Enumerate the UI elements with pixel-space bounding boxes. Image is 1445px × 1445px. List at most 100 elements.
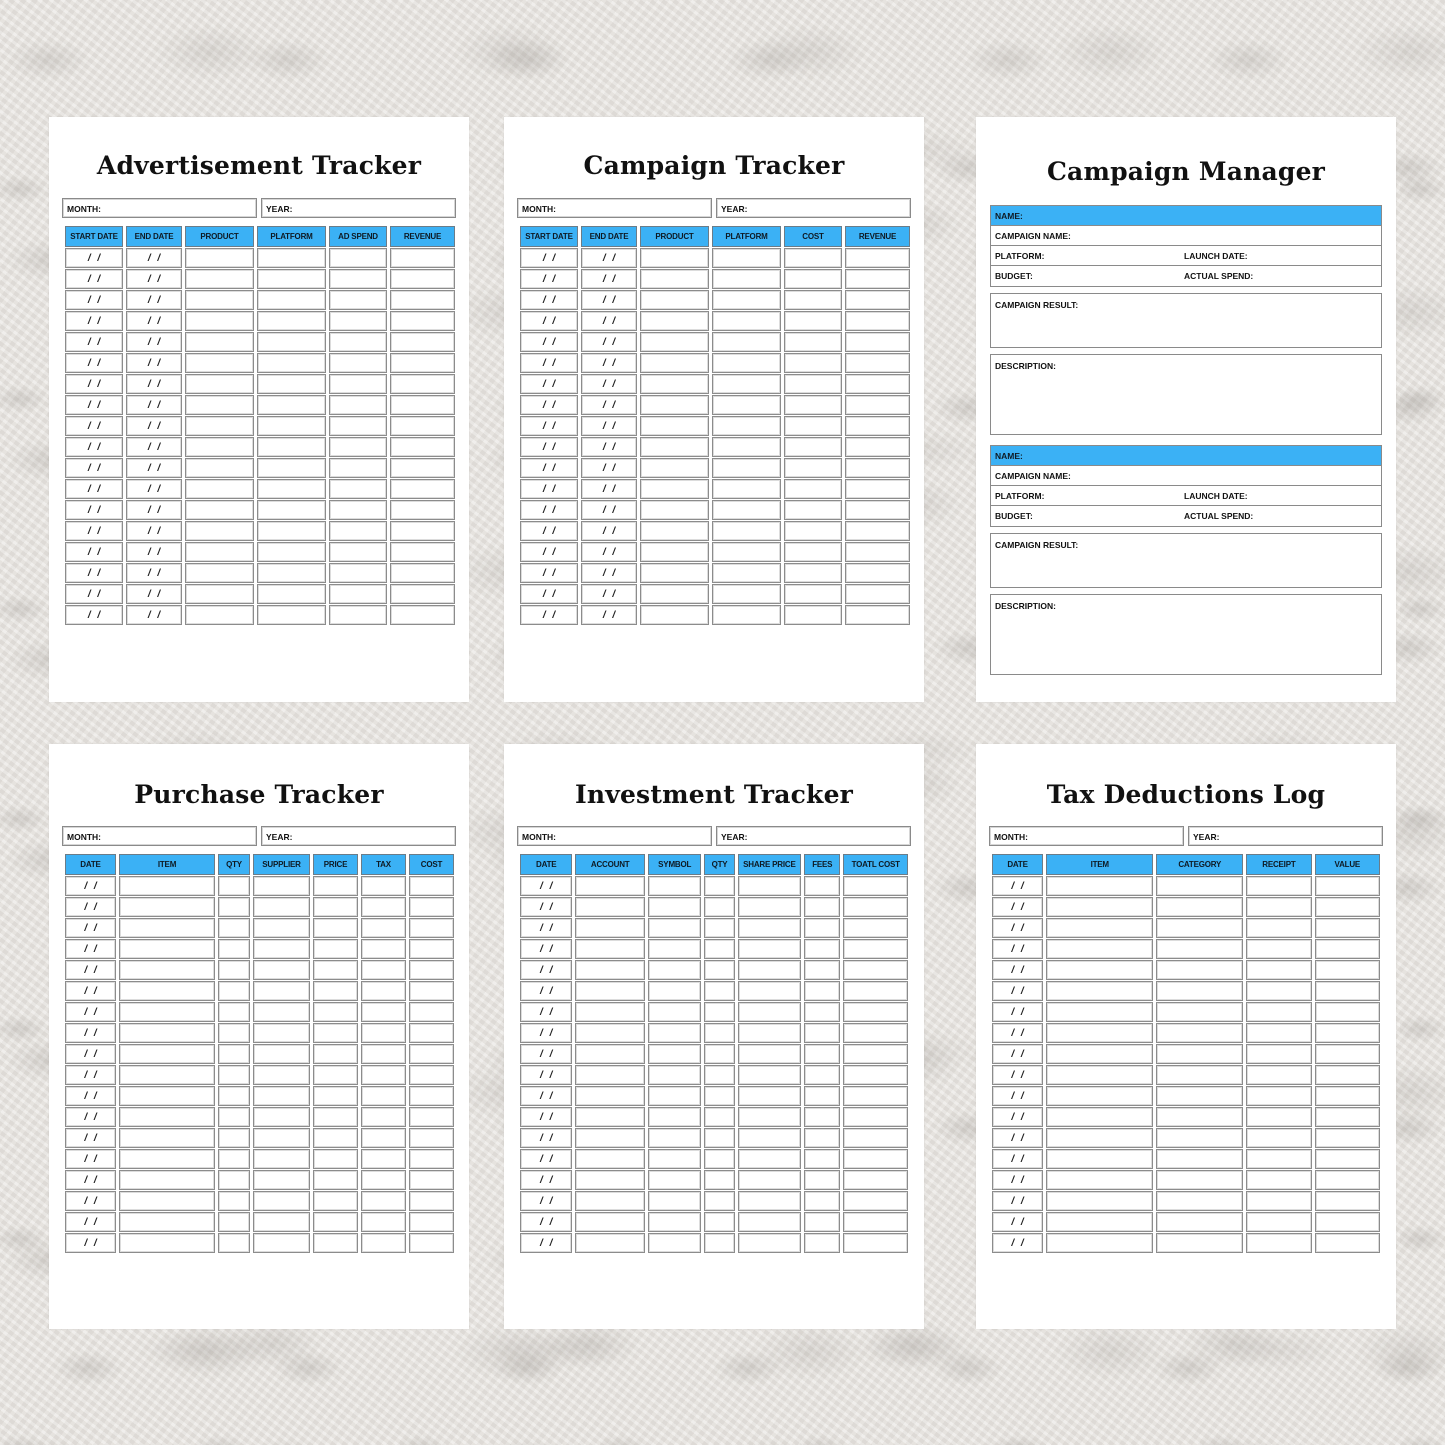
table-cell[interactable]: [1046, 960, 1154, 980]
table-cell[interactable]: [804, 1233, 841, 1253]
table-cell[interactable]: [1046, 981, 1154, 1001]
table-cell[interactable]: [804, 876, 841, 896]
table-cell[interactable]: [185, 605, 254, 625]
table-cell[interactable]: [313, 939, 358, 959]
table-cell[interactable]: [119, 1107, 215, 1127]
date-cell[interactable]: / /: [520, 1128, 573, 1148]
date-cell[interactable]: / /: [520, 437, 578, 457]
table-cell[interactable]: [1314, 1002, 1380, 1022]
table-cell[interactable]: [575, 1149, 645, 1169]
table-cell[interactable]: [704, 1023, 735, 1043]
table-cell[interactable]: [804, 1044, 841, 1064]
date-cell[interactable]: / /: [520, 416, 578, 436]
table-cell[interactable]: [804, 1128, 841, 1148]
table-cell[interactable]: [1046, 1128, 1154, 1148]
table-cell[interactable]: [409, 1002, 454, 1022]
date-cell[interactable]: / /: [126, 500, 182, 520]
table-cell[interactable]: [253, 1023, 310, 1043]
table-cell[interactable]: [640, 605, 709, 625]
table-cell[interactable]: [640, 563, 709, 583]
table-cell[interactable]: [361, 1065, 406, 1085]
table-cell[interactable]: [804, 981, 841, 1001]
table-cell[interactable]: [329, 521, 387, 541]
table-cell[interactable]: [119, 960, 215, 980]
date-cell[interactable]: / /: [520, 311, 578, 331]
table-cell[interactable]: [640, 542, 709, 562]
table-cell[interactable]: [361, 1149, 406, 1169]
actual-spend-field[interactable]: ACTUAL SPEND:: [1184, 511, 1253, 521]
table-cell[interactable]: [409, 1086, 454, 1106]
table-cell[interactable]: [390, 584, 455, 604]
table-cell[interactable]: [1246, 981, 1312, 1001]
date-cell[interactable]: / /: [520, 332, 578, 352]
date-cell[interactable]: / /: [65, 605, 123, 625]
table-cell[interactable]: [712, 584, 781, 604]
date-cell[interactable]: / /: [581, 500, 637, 520]
table-cell[interactable]: [1246, 1128, 1312, 1148]
table-cell[interactable]: [1156, 1044, 1244, 1064]
table-cell[interactable]: [119, 939, 215, 959]
table-cell[interactable]: [647, 1170, 702, 1190]
table-cell[interactable]: [218, 1233, 250, 1253]
date-cell[interactable]: / /: [520, 918, 573, 938]
table-cell[interactable]: [704, 897, 735, 917]
table-cell[interactable]: [737, 876, 802, 896]
table-cell[interactable]: [845, 437, 910, 457]
table-cell[interactable]: [257, 605, 326, 625]
date-cell[interactable]: / /: [520, 1065, 573, 1085]
table-cell[interactable]: [409, 1044, 454, 1064]
date-cell[interactable]: / /: [992, 897, 1044, 917]
date-cell[interactable]: / /: [65, 1233, 116, 1253]
date-cell[interactable]: / /: [65, 437, 123, 457]
table-cell[interactable]: [390, 269, 455, 289]
table-cell[interactable]: [329, 248, 387, 268]
table-cell[interactable]: [390, 332, 455, 352]
table-cell[interactable]: [313, 876, 358, 896]
date-cell[interactable]: / /: [126, 437, 182, 457]
table-cell[interactable]: [253, 1191, 310, 1211]
table-cell[interactable]: [647, 897, 702, 917]
table-cell[interactable]: [647, 918, 702, 938]
table-cell[interactable]: [575, 981, 645, 1001]
table-cell[interactable]: [784, 416, 842, 436]
table-cell[interactable]: [804, 1149, 841, 1169]
date-cell[interactable]: / /: [992, 1170, 1044, 1190]
table-cell[interactable]: [313, 1170, 358, 1190]
table-cell[interactable]: [804, 1170, 841, 1190]
table-cell[interactable]: [1156, 1086, 1244, 1106]
table-cell[interactable]: [390, 521, 455, 541]
table-cell[interactable]: [119, 1212, 215, 1232]
table-cell[interactable]: [257, 332, 326, 352]
date-cell[interactable]: / /: [126, 290, 182, 310]
table-cell[interactable]: [704, 1044, 735, 1064]
date-cell[interactable]: / /: [992, 1107, 1044, 1127]
table-cell[interactable]: [843, 1128, 908, 1148]
table-cell[interactable]: [253, 918, 310, 938]
table-cell[interactable]: [647, 1149, 702, 1169]
date-cell[interactable]: / /: [65, 897, 116, 917]
table-cell[interactable]: [218, 1023, 250, 1043]
table-cell[interactable]: [257, 458, 326, 478]
table-cell[interactable]: [843, 1191, 908, 1211]
table-cell[interactable]: [737, 1023, 802, 1043]
table-cell[interactable]: [1314, 1170, 1380, 1190]
table-cell[interactable]: [390, 563, 455, 583]
table-cell[interactable]: [704, 960, 735, 980]
table-cell[interactable]: [704, 939, 735, 959]
date-cell[interactable]: / /: [520, 1044, 573, 1064]
table-cell[interactable]: [329, 290, 387, 310]
date-cell[interactable]: / /: [65, 269, 123, 289]
table-cell[interactable]: [218, 1149, 250, 1169]
table-cell[interactable]: [575, 876, 645, 896]
table-cell[interactable]: [843, 1023, 908, 1043]
table-cell[interactable]: [390, 290, 455, 310]
table-cell[interactable]: [647, 876, 702, 896]
table-cell[interactable]: [575, 1023, 645, 1043]
date-cell[interactable]: / /: [65, 290, 123, 310]
table-cell[interactable]: [313, 1191, 358, 1211]
date-cell[interactable]: / /: [65, 1107, 116, 1127]
table-cell[interactable]: [712, 374, 781, 394]
table-cell[interactable]: [253, 897, 310, 917]
table-cell[interactable]: [329, 584, 387, 604]
table-cell[interactable]: [647, 1023, 702, 1043]
